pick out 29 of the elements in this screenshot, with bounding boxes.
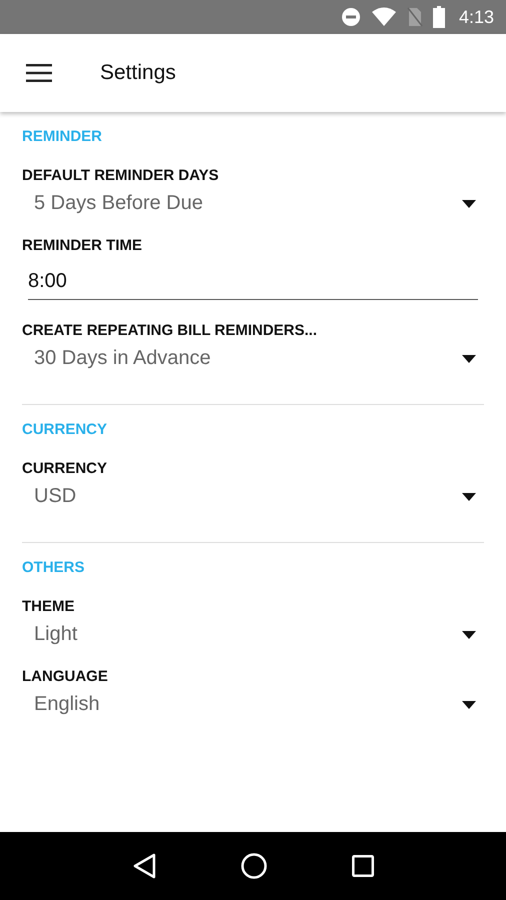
clock-time: 4:13 <box>458 6 494 28</box>
dropdown-arrow-icon <box>462 200 476 208</box>
setting-label: CREATE REPEATING BILL REMINDERS... <box>22 322 318 339</box>
section-header: CURRENCY <box>22 420 108 438</box>
dropdown[interactable]: Light <box>22 615 484 646</box>
dropdown[interactable]: 5 Days Before Due <box>22 184 484 215</box>
section-header: OTHERS <box>22 558 86 576</box>
overview-icon[interactable] <box>352 855 374 877</box>
wifi-icon <box>370 7 397 27</box>
no-sim-icon <box>406 7 423 27</box>
dropdown-arrow-icon <box>462 630 476 638</box>
dropdown-arrow-icon <box>462 354 476 362</box>
setting-label: THEME <box>22 598 76 615</box>
setting-label: REMINDER TIME <box>22 237 143 254</box>
setting-label: DEFAULT REMINDER DAYS <box>22 167 220 184</box>
section-header: REMINDER <box>22 127 104 145</box>
menu-icon <box>26 64 52 82</box>
dropdown-arrow-icon <box>462 700 476 708</box>
dropdown-arrow-icon <box>462 492 476 500</box>
dropdown[interactable]: USD <box>22 477 484 508</box>
dropdown[interactable]: English <box>22 685 484 716</box>
home-icon[interactable] <box>240 853 267 879</box>
setting-label: CURRENCY <box>22 460 108 477</box>
setting-label: LANGUAGE <box>22 668 109 685</box>
battery-icon <box>432 6 445 28</box>
dropdown[interactable]: 30 Days in Advance <box>22 339 484 370</box>
do-not-disturb-icon <box>340 7 361 27</box>
screen-title: Settings <box>100 61 176 85</box>
back-icon[interactable] <box>132 853 156 879</box>
